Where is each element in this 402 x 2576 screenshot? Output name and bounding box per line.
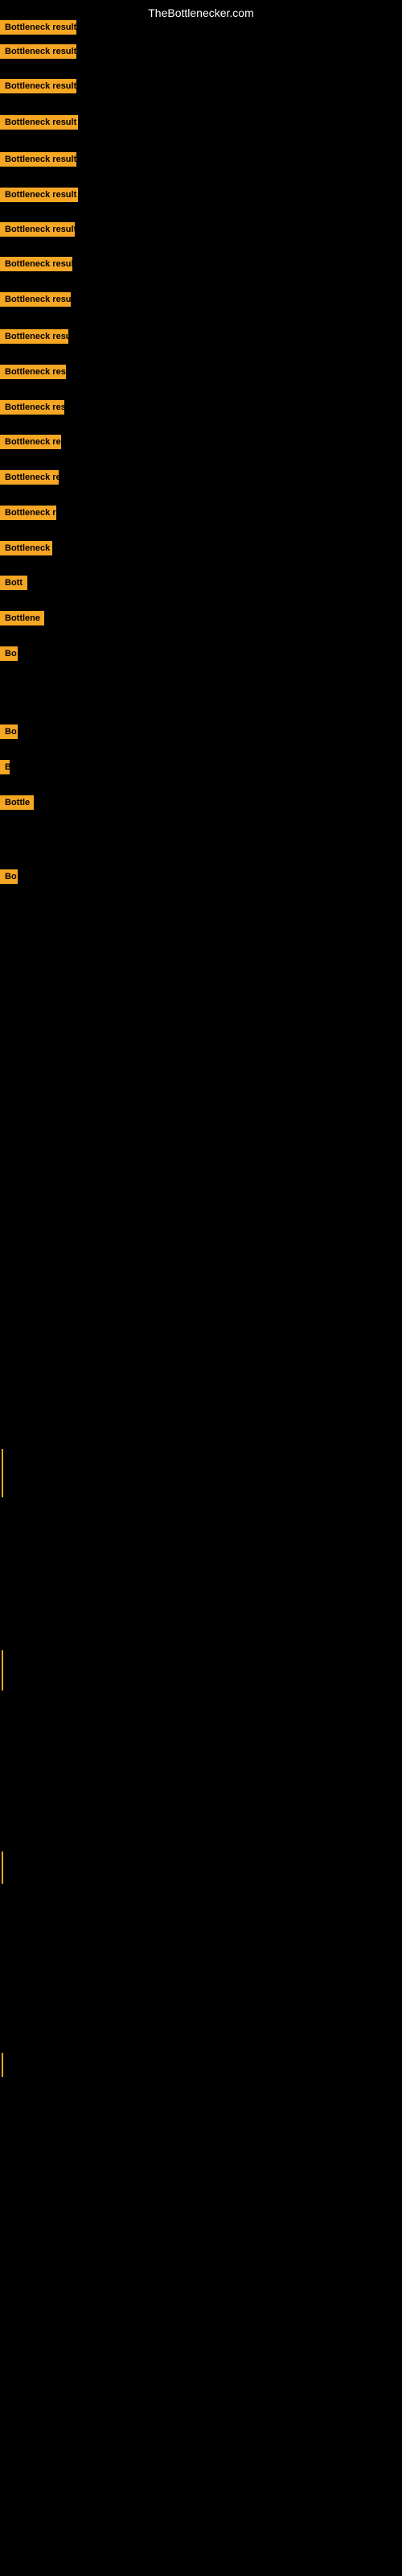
bottleneck-badge-container: Bottleneck result [0,257,72,275]
bottleneck-badge-container: Bottleneck result [0,292,71,311]
bottleneck-badge-container: Bottleneck res [0,435,61,453]
bottleneck-badge-container: Bottleneck result [0,222,75,241]
bottleneck-badge: Bottleneck res [0,470,59,485]
bottleneck-badge: Bottleneck result [0,400,64,415]
bottleneck-badge: Bottleneck result [0,44,76,59]
bottleneck-badge-container: Bottleneck result [0,188,78,206]
bottleneck-badge-container: Bottleneck result [0,20,76,39]
bottleneck-badge-container: Bottleneck result [0,115,78,134]
bottleneck-badge: Bo [0,869,18,884]
bottleneck-badge: Bottleneck [0,541,52,555]
bottleneck-badge: Bott [0,576,27,590]
bottleneck-badge-container: Bottleneck re [0,506,56,524]
vertical-line [2,1449,3,1497]
bottleneck-badge-container: Bottle [0,795,34,814]
bottleneck-badge-container: Bottleneck result [0,79,76,97]
bottleneck-badge: Bo [0,646,18,661]
bottleneck-badge-container: Bottleneck result [0,329,68,348]
bottleneck-badge-container: Bottleneck result [0,400,64,419]
vertical-line [2,1852,3,1884]
bottleneck-badge-container: Bottleneck result [0,44,76,63]
bottleneck-badge-container: Bottlene [0,611,44,630]
bottleneck-badge-container: Bottleneck result [0,365,66,383]
bottleneck-badge: Bo [0,724,18,739]
bottleneck-badge: Bottlene [0,611,44,625]
bottleneck-badge: Bottleneck re [0,506,56,520]
bottleneck-badge: Bottleneck res [0,435,61,449]
bottleneck-badge: Bottleneck result [0,329,68,344]
bottleneck-badge-container: Bo [0,724,18,743]
bottleneck-badge: B [0,760,10,774]
bottleneck-badge: Bottleneck result [0,152,76,167]
bottleneck-badge: Bottleneck result [0,222,75,237]
vertical-line [2,1650,3,1690]
bottleneck-badge-container: Bott [0,576,27,594]
bottleneck-badge: Bottleneck result [0,20,76,35]
bottleneck-badge: Bottleneck result [0,292,71,307]
bottleneck-badge: Bottleneck result [0,115,78,130]
bottleneck-badge-container: B [0,760,10,778]
bottleneck-badge-container: Bottleneck res [0,470,59,489]
bottleneck-badge: Bottleneck result [0,79,76,93]
bottleneck-badge-container: Bottleneck [0,541,52,559]
vertical-line [2,2053,3,2077]
bottleneck-badge-container: Bo [0,869,18,888]
bottleneck-badge-container: Bo [0,646,18,665]
bottleneck-badge: Bottleneck result [0,365,66,379]
bottleneck-badge: Bottleneck result [0,257,72,271]
bottleneck-badge: Bottle [0,795,34,810]
bottleneck-badge-container: Bottleneck result [0,152,76,171]
bottleneck-badge: Bottleneck result [0,188,78,202]
